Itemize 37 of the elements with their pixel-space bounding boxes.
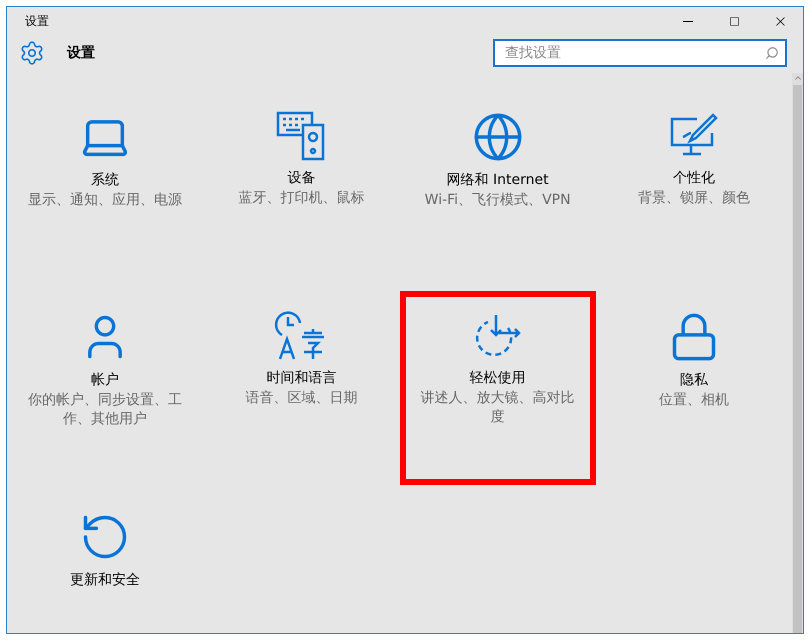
maximize-icon [728, 16, 740, 26]
category-tile[interactable]: 网络和 Internet Wi-Fi、飞行模式、VPN [400, 91, 596, 285]
settings-icon [19, 40, 45, 66]
minimize-icon [683, 20, 693, 22]
category-tile[interactable]: 系统 显示、通知、应用、电源 [7, 91, 204, 285]
category-title: 更新和安全 [70, 571, 140, 589]
category-title: 网络和 Internet [446, 171, 549, 189]
category-title: 帐户 [91, 371, 120, 389]
category-title: 隐私 [680, 371, 708, 389]
category-description: 位置、相机 [658, 391, 729, 410]
scrollbar[interactable] [792, 73, 803, 633]
category-description: 你的帐户、同步设置、工作、其他用户 [27, 391, 184, 429]
keyboard-speaker-icon [276, 111, 326, 161]
category-description: 语音、区域、日期 [245, 389, 358, 408]
category-title: 时间和语言 [266, 369, 336, 387]
highlighted-category-tile[interactable]: 轻松使用 讲述人、放大镜、高对比度 [400, 291, 596, 485]
category-description: 蓝牙、打印机、鼠标 [238, 189, 364, 208]
category-title: 系统 [91, 171, 120, 189]
category-tile[interactable]: 设备 蓝牙、打印机、鼠标 [203, 91, 400, 285]
window-title: 设置 [25, 12, 49, 30]
scrollbar-thumb[interactable] [793, 85, 802, 633]
category-description: 背景、锁屏、颜色 [638, 189, 750, 208]
category-tile[interactable]: 时间和语言 语音、区域、日期 [203, 291, 400, 485]
category-title: 设备 [287, 169, 316, 187]
category-tile[interactable]: 隐私 位置、相机 [596, 291, 792, 485]
category-tile[interactable]: 更新和安全 [7, 491, 204, 633]
globe-icon [472, 111, 524, 163]
page-title: 设置 [67, 44, 95, 62]
category-description: 讲述人、放大镜、高对比度 [420, 389, 576, 427]
category-title: 个性化 [672, 169, 715, 187]
category-description: 显示、通知、应用、电源 [28, 191, 182, 210]
search-icon [765, 46, 779, 60]
category-tile[interactable]: 个性化 背景、锁屏、颜色 [596, 91, 792, 285]
category-title: 轻松使用 [470, 369, 526, 387]
search-field[interactable]: 查找设置 [493, 39, 787, 67]
category-tile[interactable]: 帐户 你的帐户、同步设置、工作、其他用户 [7, 291, 204, 485]
category-description: Wi-Fi、飞行模式、VPN [424, 191, 571, 210]
